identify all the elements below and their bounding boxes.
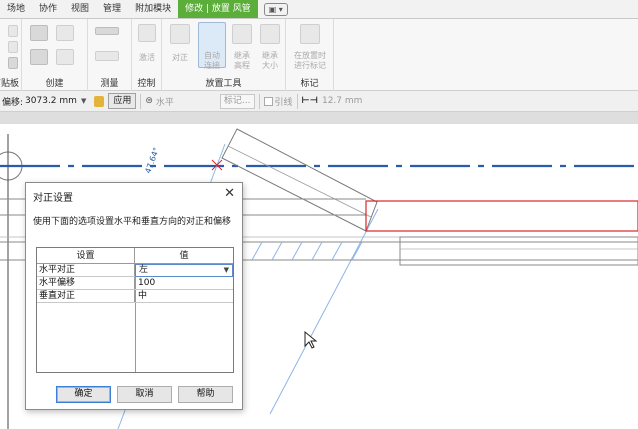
settings-grid: 设置 值 水平对正 左 ▼ 水平偏移 100 垂直对正 中 bbox=[36, 247, 234, 373]
measure-icon[interactable] bbox=[95, 27, 119, 35]
view-separator bbox=[0, 112, 638, 124]
leader-checkbox[interactable] bbox=[263, 96, 273, 106]
angled-duct bbox=[221, 128, 378, 232]
angled-duct-center bbox=[227, 145, 372, 218]
panel-label-create: 创建 bbox=[45, 79, 64, 89]
tab-site[interactable]: 场地 bbox=[0, 0, 32, 18]
horizontal-justification-select[interactable]: 左 ▼ bbox=[135, 264, 233, 277]
cut-icon[interactable] bbox=[8, 25, 18, 37]
inherit-elevation-icon[interactable] bbox=[232, 24, 252, 44]
tab-manage[interactable]: 管理 bbox=[96, 0, 128, 18]
leader-label: 引线 bbox=[274, 97, 293, 108]
horizontal-offset-field[interactable]: 100 bbox=[135, 277, 233, 289]
chevron-down-icon[interactable]: ▼ bbox=[81, 97, 86, 105]
divider bbox=[296, 93, 298, 109]
match-type-icon[interactable] bbox=[8, 57, 18, 69]
panel-label-tag: 标记 bbox=[300, 79, 319, 89]
activate-icon[interactable] bbox=[138, 24, 156, 42]
wall-hatch bbox=[231, 241, 363, 261]
tab-collaborate[interactable]: 协作 bbox=[32, 0, 64, 18]
activate-label: 激活 bbox=[139, 53, 155, 62]
table-row: 垂直对正 中 bbox=[37, 290, 233, 303]
tag-field[interactable]: 标记... bbox=[219, 93, 255, 109]
column-header-setting: 设置 bbox=[37, 248, 135, 264]
orientation-select[interactable]: 水平 bbox=[156, 95, 174, 108]
tab-add-ins[interactable]: 附加模块 bbox=[128, 0, 178, 18]
length-icon: ⊢⊣ bbox=[301, 96, 318, 106]
table-row: 水平对正 左 ▼ bbox=[37, 264, 233, 277]
inherit-size-label: 继承 大小 bbox=[262, 51, 278, 70]
angle-dimension: 47.64° bbox=[143, 146, 161, 174]
cancel-button[interactable]: 取消 bbox=[117, 386, 172, 403]
panel-placement-tools: 对正 自动 连接 继承 高程 继承 大小 放置工具 bbox=[162, 19, 286, 91]
reference-line bbox=[269, 208, 379, 415]
dropdown-arrow-icon: ▣ ▾ bbox=[263, 3, 288, 16]
auto-connect-label: 自动 连接 bbox=[204, 51, 220, 70]
panel-label-clipboard: 剪贴板 bbox=[0, 79, 20, 89]
window-frame bbox=[399, 236, 638, 266]
justify-icon[interactable] bbox=[170, 24, 190, 44]
create-assembly-icon[interactable] bbox=[56, 49, 74, 65]
create-similar-icon[interactable] bbox=[30, 25, 48, 41]
vertical-justification-field[interactable]: 中 bbox=[135, 290, 233, 302]
panel-label-control: 控制 bbox=[137, 79, 156, 89]
create-part-icon[interactable] bbox=[30, 49, 48, 65]
justify-label: 对正 bbox=[172, 53, 188, 62]
column-header-value: 值 bbox=[135, 248, 233, 264]
options-bar: 偏移: 3073.2 mm ▼ 应用 ⊜ 水平 标记... 引线 ⊢⊣ 12.7… bbox=[0, 91, 638, 112]
length-value[interactable]: 12.7 mm bbox=[322, 96, 362, 106]
setting-name: 水平对正 bbox=[37, 264, 135, 276]
highlighted-duct bbox=[365, 200, 638, 232]
revit-window: 场地 协作 视图 管理 附加模块 修改 | 放置 风管 ▣ ▾ 剪贴板 创建 测… bbox=[0, 0, 638, 429]
panel-label-measure: 测量 bbox=[100, 79, 119, 89]
inherit-size-icon[interactable] bbox=[260, 24, 280, 44]
panel-create: 创建 bbox=[22, 19, 88, 91]
chevron-down-icon: ▼ bbox=[223, 266, 229, 274]
panel-control: 激活 控制 bbox=[132, 19, 162, 91]
panel-clipboard: 剪贴板 bbox=[0, 19, 22, 91]
select-value: 左 bbox=[139, 265, 149, 275]
apply-button[interactable]: 应用 bbox=[108, 93, 137, 109]
offset-label: 偏移: bbox=[2, 97, 24, 108]
ok-button[interactable]: 确定 bbox=[56, 386, 111, 403]
divider bbox=[258, 93, 260, 109]
offset-value[interactable]: 3073.2 mm bbox=[25, 96, 77, 106]
ribbon-tab-bar: 场地 协作 视图 管理 附加模块 修改 | 放置 风管 ▣ ▾ bbox=[0, 0, 638, 19]
help-button[interactable]: 帮助 bbox=[178, 386, 233, 403]
panel-measure: 测量 bbox=[88, 19, 132, 91]
table-row: 水平偏移 100 bbox=[37, 277, 233, 290]
panel-tag: 在放置时 进行标记 标记 bbox=[286, 19, 334, 91]
ribbon-options-dropdown[interactable]: ▣ ▾ bbox=[260, 0, 292, 18]
tab-modify-place-duct[interactable]: 修改 | 放置 风管 bbox=[178, 0, 258, 18]
setting-name: 垂直对正 bbox=[37, 290, 135, 302]
dialog-description: 使用下面的选项设置水平和垂直方向的对正和偏移 bbox=[33, 217, 232, 227]
create-group-icon[interactable] bbox=[56, 25, 74, 41]
tag-icon[interactable] bbox=[300, 24, 320, 44]
copy-icon[interactable] bbox=[8, 41, 18, 53]
dialog-title: 对正设置 bbox=[33, 193, 73, 204]
lock-icon[interactable] bbox=[94, 95, 105, 107]
close-icon[interactable]: ✕ bbox=[224, 186, 235, 201]
tab-view[interactable]: 视图 bbox=[64, 0, 96, 18]
tag-on-placement-label: 在放置时 进行标记 bbox=[294, 51, 326, 70]
justification-settings-dialog: 对正设置 ✕ 使用下面的选项设置水平和垂直方向的对正和偏移 设置 值 水平对正 … bbox=[25, 182, 243, 410]
ribbon-panels: 剪贴板 创建 测量 激活 控制 对正 自动 连接 继承 bbox=[0, 19, 638, 91]
mouse-cursor-icon bbox=[304, 330, 318, 349]
orientation-icon: ⊜ bbox=[145, 96, 153, 106]
setting-name: 水平偏移 bbox=[37, 277, 135, 289]
dimension-icon[interactable] bbox=[95, 51, 119, 61]
divider bbox=[140, 93, 142, 109]
inherit-elevation-label: 继承 高程 bbox=[234, 51, 250, 70]
panel-label-placement-tools: 放置工具 bbox=[205, 79, 242, 89]
